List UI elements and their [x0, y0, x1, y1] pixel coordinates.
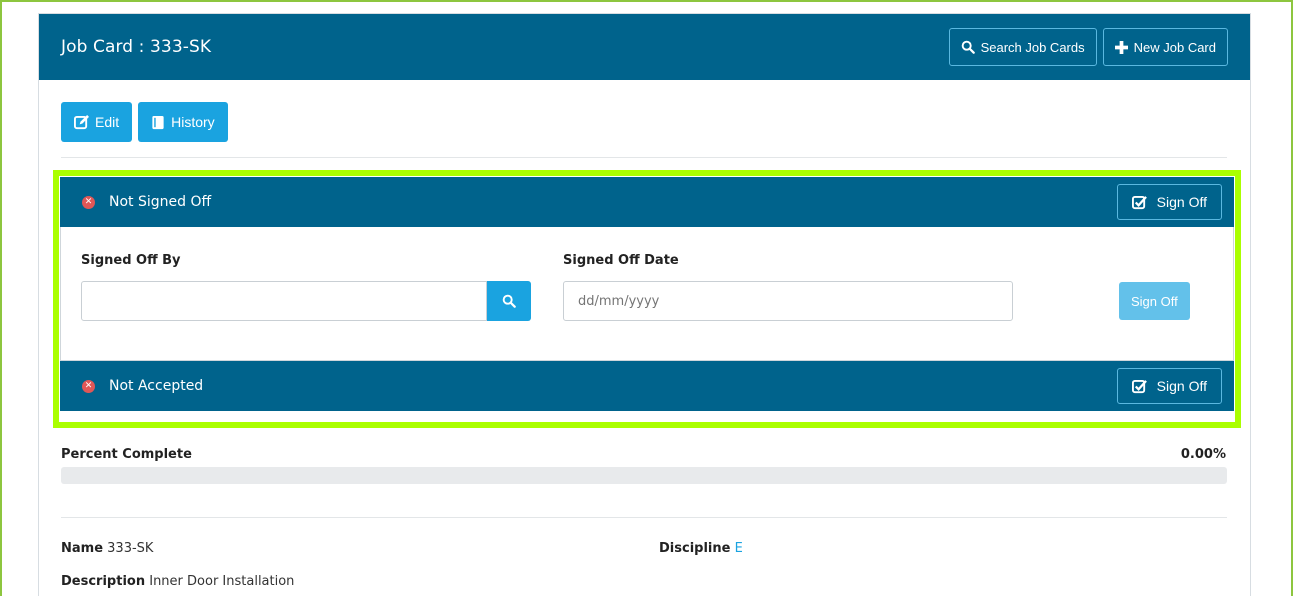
check-square-icon: [1131, 195, 1147, 209]
panel-header: Job Card : 333-SK Search Job Cards New J…: [39, 14, 1250, 80]
signoff-status: Not Signed Off: [109, 194, 212, 210]
progress-bar: [61, 467, 1227, 484]
signed-off-date-input[interactable]: [563, 281, 1013, 321]
header-actions: Search Job Cards New Job Card: [948, 28, 1228, 66]
acceptance-status: Not Accepted: [109, 378, 204, 394]
acceptance-status-bar: ✕ Not Accepted Sign Off: [60, 361, 1234, 411]
not-signed-icon: ✕: [82, 195, 95, 209]
edit-button[interactable]: Edit: [61, 102, 133, 142]
name-field: Name 333-SK: [61, 541, 153, 556]
percent-complete-value: 0.00%: [1180, 447, 1226, 462]
edit-label: Edit: [95, 114, 120, 130]
toolbar: Edit History: [61, 102, 228, 142]
new-job-card-label: New Job Card: [1133, 39, 1216, 55]
job-card-panel: Job Card : 333-SK Search Job Cards New J…: [38, 13, 1251, 596]
signed-off-by-label: Signed Off By: [81, 253, 181, 268]
accept-sign-off-label: Sign Off: [1156, 378, 1207, 394]
description-field: Description Inner Door Installation: [61, 574, 294, 589]
book-icon: [152, 115, 164, 129]
signoff-highlight-box: ✕ Not Signed Off Sign Off Signed Off By …: [53, 170, 1241, 428]
sign-off-toggle-label: Sign Off: [1156, 194, 1207, 210]
new-job-card-button[interactable]: New Job Card: [1102, 28, 1228, 66]
signed-off-by-input[interactable]: [81, 281, 487, 321]
accept-sign-off-button[interactable]: Sign Off: [1116, 368, 1222, 404]
search-job-cards-label: Search Job Cards: [980, 39, 1085, 55]
signoff-status-bar: ✕ Not Signed Off Sign Off: [60, 177, 1234, 227]
description-value: Inner Door Installation: [149, 574, 295, 589]
search-job-cards-button[interactable]: Search Job Cards: [948, 28, 1097, 66]
signed-off-by-group: [81, 281, 531, 321]
sign-off-submit-button[interactable]: Sign Off: [1119, 282, 1190, 320]
signed-off-date-label: Signed Off Date: [563, 253, 679, 268]
search-icon: [961, 40, 975, 54]
history-label: History: [171, 114, 215, 130]
signed-off-by-search-button[interactable]: [487, 281, 531, 321]
divider: [61, 517, 1227, 518]
edit-icon: [74, 114, 89, 129]
sign-off-toggle-button[interactable]: Sign Off: [1116, 184, 1222, 220]
discipline-field: Discipline E: [659, 541, 743, 556]
name-value: 333-SK: [107, 541, 154, 556]
signoff-section: ✕ Not Signed Off Sign Off Signed Off By …: [60, 177, 1234, 411]
page-title: Job Card : 333-SK: [61, 37, 212, 57]
search-icon: [502, 294, 516, 308]
description-label: Description: [61, 574, 146, 589]
name-label: Name: [61, 541, 104, 556]
discipline-value-link[interactable]: E: [735, 541, 743, 556]
divider: [61, 157, 1227, 158]
plus-icon: [1114, 40, 1128, 54]
percent-complete-label: Percent Complete: [61, 447, 192, 462]
signoff-form: Signed Off By Signed Off Date Sign Off: [60, 227, 1234, 361]
history-button[interactable]: History: [138, 102, 228, 142]
discipline-label: Discipline: [659, 541, 731, 556]
not-accepted-icon: ✕: [82, 379, 95, 393]
check-square-icon: [1131, 379, 1147, 393]
